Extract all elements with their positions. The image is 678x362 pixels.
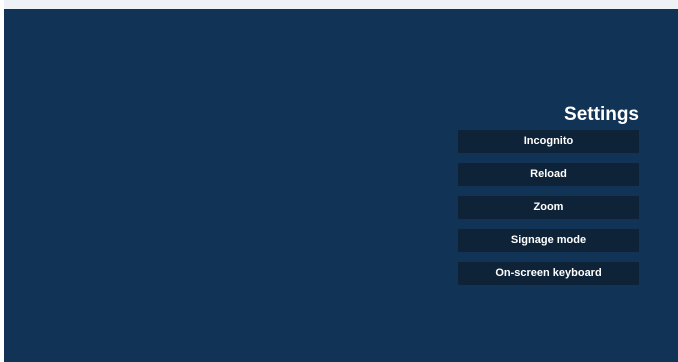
zoom-button[interactable]: Zoom	[458, 196, 639, 219]
settings-menu: Settings Incognito Reload Zoom Signage m…	[458, 104, 639, 295]
top-strip	[4, 0, 678, 9]
settings-title: Settings	[564, 104, 639, 125]
incognito-button[interactable]: Incognito	[458, 130, 639, 153]
screen: Settings Incognito Reload Zoom Signage m…	[0, 0, 678, 362]
reload-button[interactable]: Reload	[458, 163, 639, 186]
signage-mode-button[interactable]: Signage mode	[458, 229, 639, 252]
on-screen-keyboard-button[interactable]: On-screen keyboard	[458, 262, 639, 285]
